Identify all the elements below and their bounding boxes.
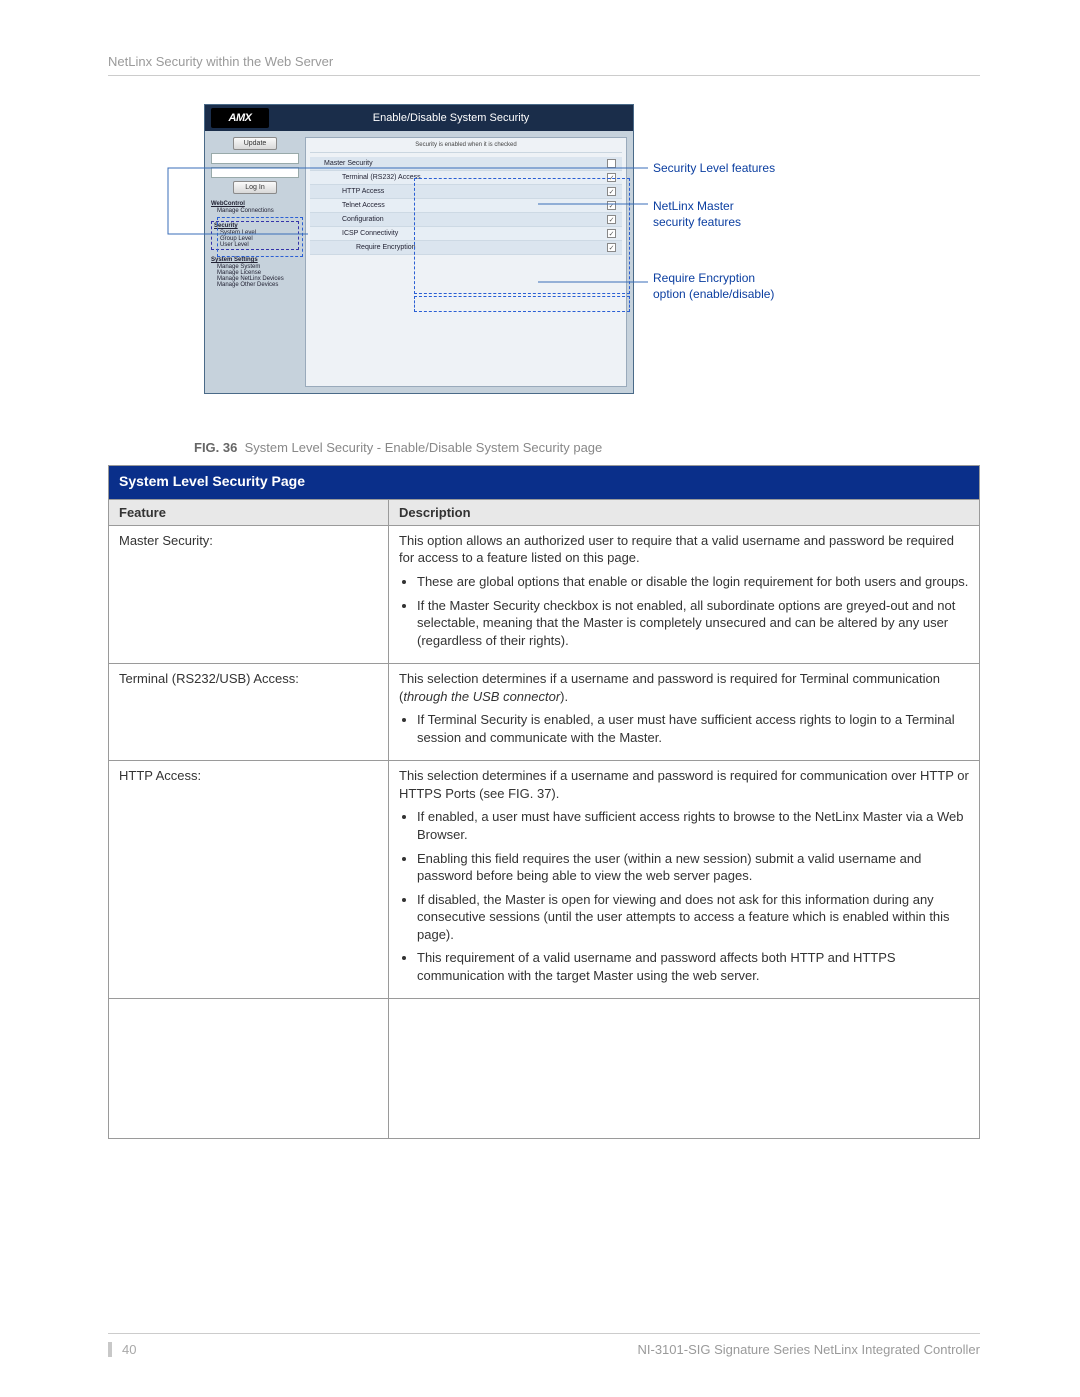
update-button[interactable]: Update — [233, 137, 277, 150]
nav-system-item-3[interactable]: Manage Other Devices — [211, 282, 299, 288]
row-terminal-checkbox[interactable]: ✓ — [607, 173, 616, 182]
callout-box-sidebar — [217, 217, 303, 257]
feature-cell: Master Security: — [109, 525, 389, 663]
table-header-feature: Feature — [109, 499, 389, 525]
feature-cell: HTTP Access: — [109, 761, 389, 999]
row-icsp-checkbox[interactable]: ✓ — [607, 229, 616, 238]
description-cell: This option allows an authorized user to… — [389, 525, 980, 663]
page-number: 40 — [108, 1342, 136, 1357]
login-button[interactable]: Log In — [233, 181, 277, 194]
table-row: Master Security: This option allows an a… — [109, 525, 980, 663]
row-http: HTTP Access — [324, 188, 384, 195]
screenshot-window-title: Enable/Disable System Security — [269, 112, 633, 124]
page-footer: 40 NI-3101-SIG Signature Series NetLinx … — [108, 1333, 980, 1357]
amx-logo: AMX — [211, 108, 269, 128]
screenshot-main: Security is enabled when it is checked M… — [305, 137, 627, 387]
callout-box-icsp — [414, 296, 630, 312]
callout-master-features: NetLinx Mastersecurity features — [653, 198, 741, 230]
screenshot-sidebar: Update Log In WebControl Manage Connecti… — [211, 137, 299, 387]
nav-webcontrol-item[interactable]: Manage Connections — [211, 208, 299, 214]
callout-security-level: Security Level features — [653, 160, 775, 176]
login-pass-field[interactable] — [211, 167, 299, 178]
security-hint: Security is enabled when it is checked — [310, 142, 622, 153]
description-cell: This selection determines if a username … — [389, 664, 980, 761]
feature-cell: Terminal (RS232/USB) Access: — [109, 664, 389, 761]
row-terminal: Terminal (RS232) Access — [324, 174, 421, 181]
row-master: Master Security — [324, 160, 373, 167]
figure-caption: FIG. 36 System Level Security - Enable/D… — [194, 440, 980, 455]
figure-area: AMX Enable/Disable System Security Updat… — [108, 104, 980, 434]
table-empty-row — [109, 999, 980, 1139]
callout-require-encryption: Require Encryptionoption (enable/disable… — [653, 270, 774, 302]
footer-doc-title: NI-3101-SIG Signature Series NetLinx Int… — [637, 1342, 980, 1357]
row-http-checkbox[interactable]: ✓ — [607, 187, 616, 196]
section-header: NetLinx Security within the Web Server — [108, 54, 980, 76]
description-cell: This selection determines if a username … — [389, 761, 980, 999]
login-user-field[interactable] — [211, 153, 299, 164]
row-encrypt-checkbox[interactable]: ✓ — [607, 243, 616, 252]
security-feature-table: System Level Security Page Feature Descr… — [108, 465, 980, 1139]
row-config: Configuration — [324, 216, 384, 223]
table-title: System Level Security Page — [109, 466, 980, 500]
row-master-checkbox[interactable] — [607, 159, 616, 168]
nav-system-title[interactable]: System Settings — [211, 257, 299, 263]
row-telnet: Telnet Access — [324, 202, 385, 209]
table-row: HTTP Access: This selection determines i… — [109, 761, 980, 999]
row-encrypt: Require Encryption — [338, 244, 416, 251]
nav-webcontrol-title[interactable]: WebControl — [211, 201, 299, 207]
row-config-checkbox[interactable]: ✓ — [607, 215, 616, 224]
row-icsp: ICSP Connectivity — [324, 230, 398, 237]
table-header-description: Description — [389, 499, 980, 525]
row-telnet-checkbox[interactable]: ✓ — [607, 201, 616, 210]
table-row: Terminal (RS232/USB) Access: This select… — [109, 664, 980, 761]
screenshot-panel: AMX Enable/Disable System Security Updat… — [204, 104, 634, 394]
